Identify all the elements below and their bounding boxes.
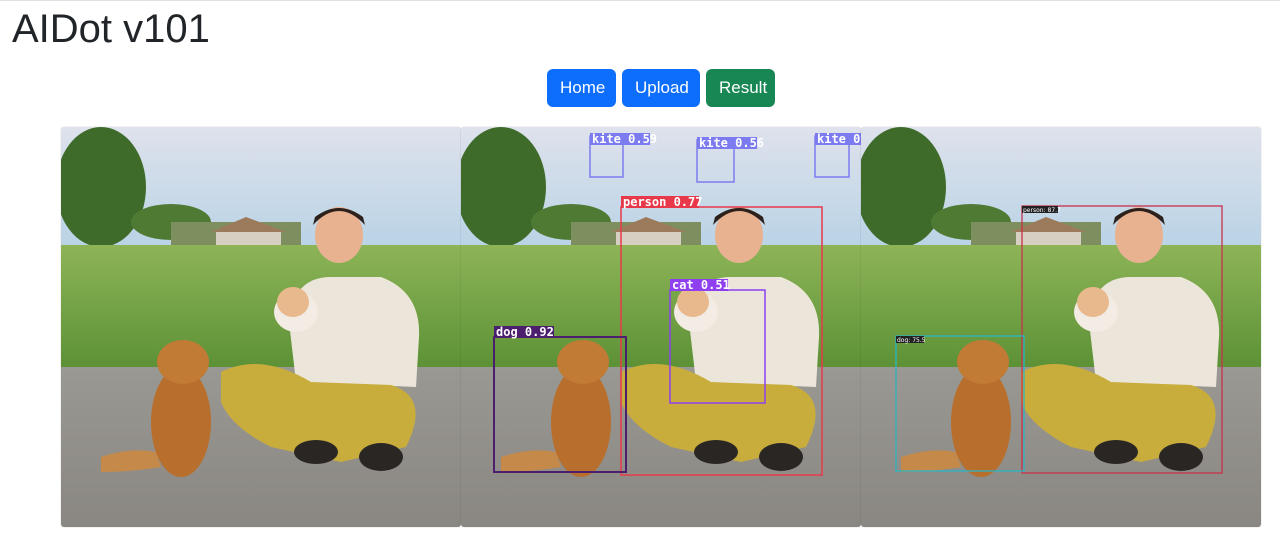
original-image bbox=[61, 127, 461, 527]
detection-label: cat 0.51 bbox=[672, 278, 730, 292]
photo-detections-alt: person: 87.7 dog: 75.5 bbox=[861, 127, 1261, 527]
upload-button[interactable]: Upload bbox=[622, 69, 700, 107]
detection-label: kite 0.8 bbox=[817, 132, 861, 146]
result-gallery: kite 0.59 kite 0.56 kite 0.8 person 0.77 bbox=[61, 127, 1261, 527]
detection-label: person: 87.7 bbox=[1023, 207, 1061, 214]
detection-label: kite 0.59 bbox=[592, 132, 657, 146]
detection-image-labeled: kite 0.59 kite 0.56 kite 0.8 person 0.77 bbox=[461, 127, 861, 527]
detection-label: dog 0.92 bbox=[496, 325, 554, 339]
photo-detections-labeled: kite 0.59 kite 0.56 kite 0.8 person 0.77 bbox=[461, 127, 861, 527]
page-title: AIDot v101 bbox=[12, 7, 210, 51]
scene-original bbox=[61, 127, 461, 527]
photo-original bbox=[61, 127, 461, 527]
home-button[interactable]: Home bbox=[547, 69, 616, 107]
result-button[interactable]: Result bbox=[706, 69, 775, 107]
detection-label: dog: 75.5 bbox=[897, 337, 926, 344]
scene-alt bbox=[861, 127, 1261, 527]
detection-label: person 0.77 bbox=[623, 195, 702, 209]
top-border bbox=[0, 0, 1280, 1]
nav-bar: Home Upload Result bbox=[547, 69, 775, 107]
detection-label: kite 0.56 bbox=[699, 136, 764, 150]
detection-image-alt: person: 87.7 dog: 75.5 bbox=[861, 127, 1261, 527]
